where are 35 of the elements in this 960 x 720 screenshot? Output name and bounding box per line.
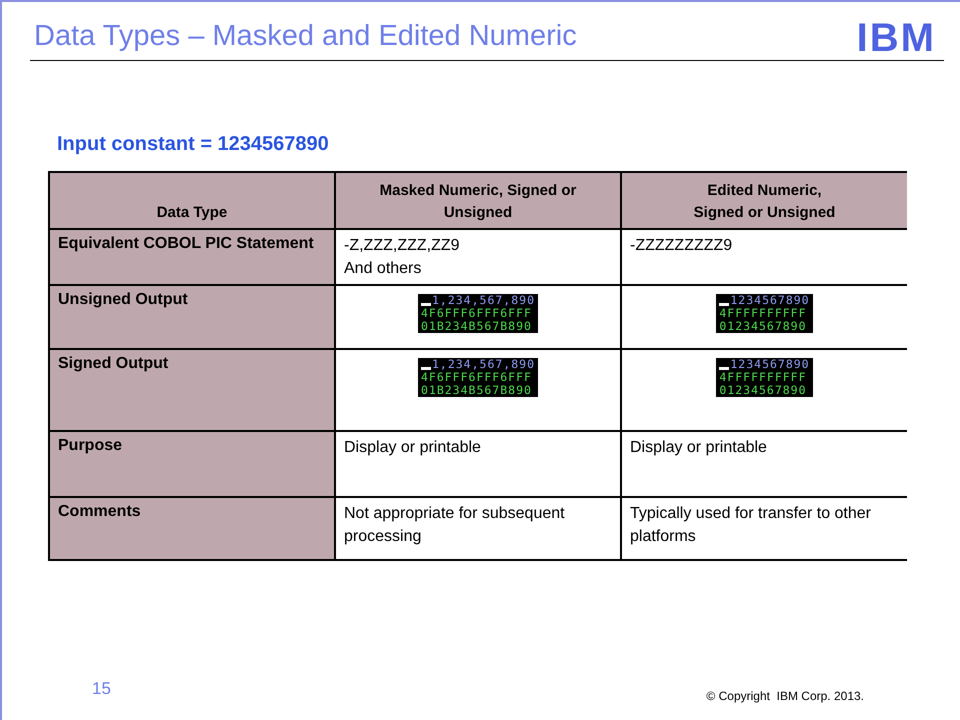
row-header: Purpose xyxy=(58,436,124,456)
row-header: Unsigned Output xyxy=(58,290,189,310)
terminal-line: 01234567890 xyxy=(719,320,807,333)
column-header: Masked Numeric, Signed or Unsigned xyxy=(378,181,578,223)
terminal-line: 01B234B567B890 xyxy=(420,384,532,397)
terminal-line: 01234567890 xyxy=(719,384,807,397)
table-cell-text: Display or printable xyxy=(344,438,482,458)
subtitle: Input constant = 1234567890 xyxy=(57,133,329,155)
terminal-line: 1,234,567,890 xyxy=(432,358,535,371)
cursor-icon xyxy=(719,367,730,370)
table-cell-text: -ZZZZZZZZZ9 xyxy=(630,236,734,256)
terminal-line: 1234567890 xyxy=(730,294,810,307)
terminal-line: 4FFFFFFFFFF xyxy=(719,371,807,384)
terminal-line: 4FFFFFFFFFF xyxy=(719,307,807,320)
cursor-icon xyxy=(420,303,431,306)
cursor-icon xyxy=(719,303,730,306)
terminal-line: 1,234,567,890 xyxy=(432,294,535,307)
copyright: © Copyright IBM Corp. 2013. xyxy=(706,689,864,703)
terminal-line: 1234567890 xyxy=(730,358,810,371)
terminal-line: 4F6FFF6FFF6FFF xyxy=(420,307,532,320)
row-header: Comments xyxy=(58,502,142,522)
row-header: Signed Output xyxy=(58,354,170,374)
row-header: Equivalent COBOL PIC Statement xyxy=(58,234,315,254)
terminal-line: 01B234B567B890 xyxy=(420,320,532,333)
slide-title: Data Types – Masked and Edited Numeric xyxy=(34,19,577,54)
page-number: 15 xyxy=(92,679,111,698)
column-header: Edited Numeric, Signed or Unsigned xyxy=(694,181,836,223)
table-cell-text: Display or printable xyxy=(630,438,768,458)
cursor-icon xyxy=(420,367,431,370)
table-cell-text: Not appropriate for subsequent processing xyxy=(344,504,566,547)
terminal-line: 4F6FFF6FFF6FFF xyxy=(420,371,532,384)
column-header: Data Type xyxy=(156,203,228,223)
table-cell-text: -Z,ZZZ,ZZZ,ZZ9 And others xyxy=(344,236,461,279)
table-cell-text: Typically used for transfer to other platforms xyxy=(630,504,872,547)
logo: IBM xyxy=(856,18,936,58)
